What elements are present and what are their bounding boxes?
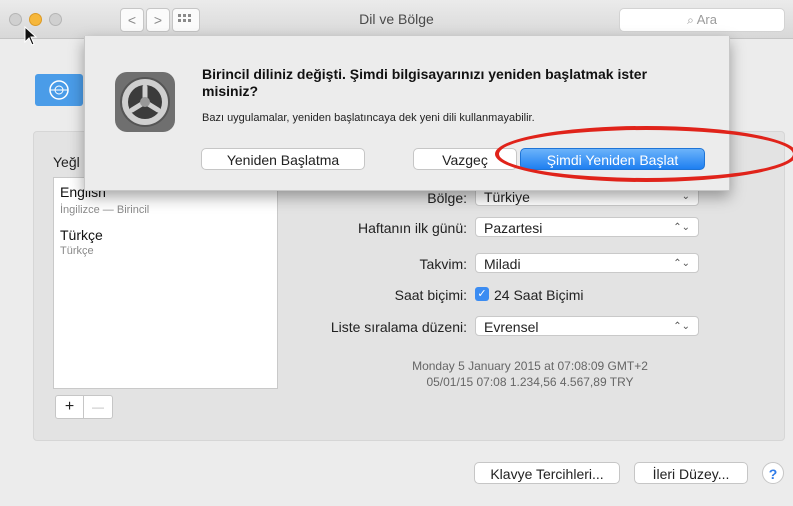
mouse-cursor-icon xyxy=(24,26,38,46)
sample-format-line1: Monday 5 January 2015 at 07:08:09 GMT+2 xyxy=(412,359,648,373)
region-value: Türkiye xyxy=(484,189,530,205)
calendar-label: Takvim: xyxy=(419,256,467,272)
chevron-updown-icon: ⌃⌄ xyxy=(673,258,690,269)
language-item-turkish[interactable]: Türkçe xyxy=(60,227,103,243)
first-day-popup[interactable]: Pazartesi ⌃⌄ xyxy=(475,217,699,237)
help-button[interactable]: ? xyxy=(762,462,784,484)
keyboard-preferences-button[interactable]: Klavye Tercihleri... xyxy=(474,462,620,484)
sort-order-popup[interactable]: Evrensel ⌃⌄ xyxy=(475,316,699,336)
minimize-window-button[interactable] xyxy=(29,13,42,26)
preferred-languages-header: Yeğl xyxy=(53,154,80,170)
language-item-english-sub: İngilizce — Birincil xyxy=(60,204,150,216)
time-format-checkbox[interactable]: ✓ xyxy=(475,287,489,301)
language-item-turkish-sub: Türkçe xyxy=(60,245,94,257)
add-language-button[interactable]: + xyxy=(56,396,84,418)
alert-message: Bazı uygulamalar, yeniden başlatıncaya d… xyxy=(202,112,535,124)
remove-language-button[interactable]: — xyxy=(84,396,112,418)
dont-restart-button[interactable]: Yeniden Başlatma xyxy=(201,148,365,170)
close-window-button[interactable] xyxy=(9,13,22,26)
zoom-window-button[interactable] xyxy=(49,13,62,26)
advanced-button[interactable]: İleri Düzey... xyxy=(634,462,748,484)
alert-title: Birincil diliniz değişti. Şimdi bilgisay… xyxy=(202,66,648,99)
chevron-updown-icon: ⌃⌄ xyxy=(673,222,690,233)
first-day-value: Pazartesi xyxy=(484,220,543,236)
search-placeholder: Ara xyxy=(696,12,717,27)
sort-order-label: Liste sıralama düzeni: xyxy=(330,319,467,335)
first-day-label: Haftanın ilk günü: xyxy=(358,220,467,236)
sample-format-line2: 05/01/15 07:08 1.234,56 4.567,89 TRY xyxy=(426,375,634,389)
calendar-popup[interactable]: Miladi ⌃⌄ xyxy=(475,253,699,273)
region-label: Bölge: xyxy=(427,190,467,206)
search-icon: ⌕ xyxy=(687,13,694,27)
time-format-value: 24 Saat Biçimi xyxy=(494,287,584,303)
grid-icon xyxy=(178,14,191,22)
chevron-updown-icon: ⌃⌄ xyxy=(673,321,690,332)
time-format-label: Saat biçimi: xyxy=(394,287,467,303)
show-all-grid-button[interactable] xyxy=(172,8,200,32)
window-title: Dil ve Bölge xyxy=(359,11,434,27)
system-preferences-gear-icon xyxy=(115,72,175,132)
add-remove-control: + — xyxy=(55,395,113,419)
un-flag-icon xyxy=(35,74,83,106)
calendar-value: Miladi xyxy=(484,256,521,272)
search-field[interactable]: ⌕ Ara xyxy=(619,8,785,32)
sort-order-value: Evrensel xyxy=(484,319,539,335)
forward-button[interactable]: > xyxy=(146,8,170,32)
annotation-highlight-oval xyxy=(495,126,793,182)
back-button[interactable]: < xyxy=(120,8,144,32)
